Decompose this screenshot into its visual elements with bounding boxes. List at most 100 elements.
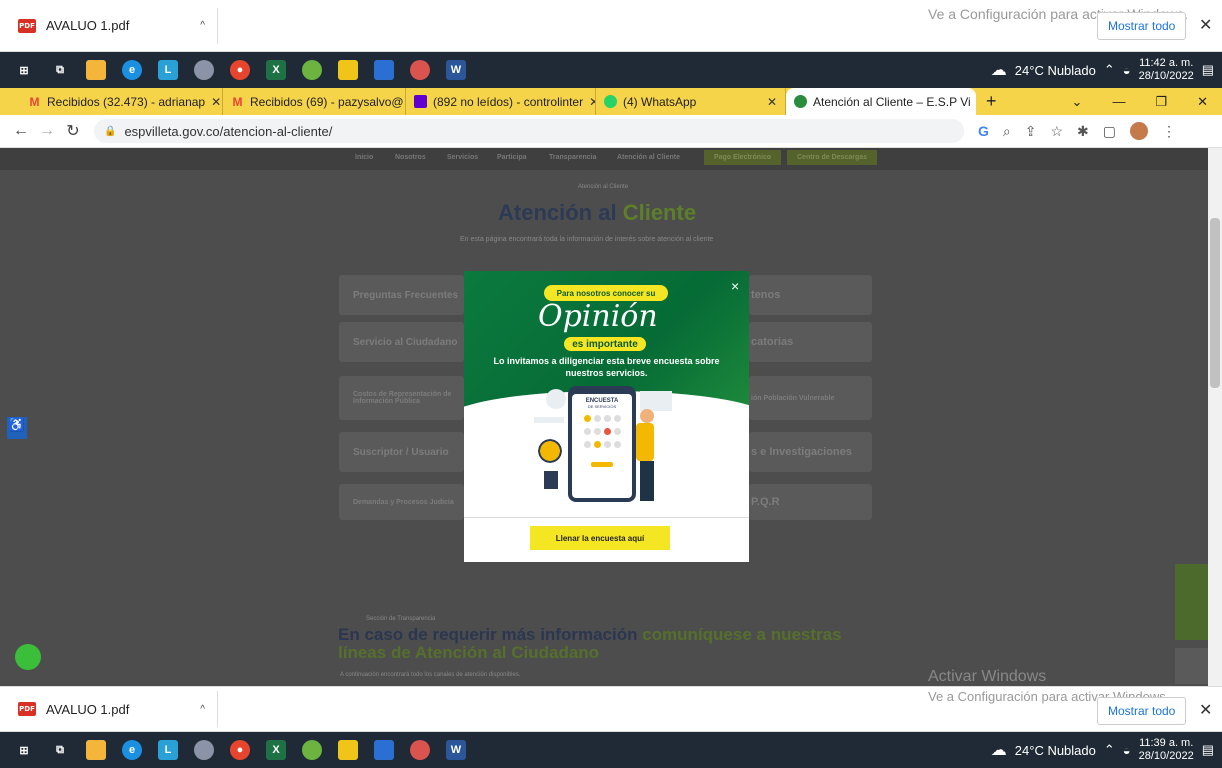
card-demandas[interactable]: Demandas y Procesos Judicia	[339, 484, 464, 520]
pago-electronico-button[interactable]: Pago Electrónico	[704, 150, 782, 165]
notification-icon[interactable]: ▤	[1202, 742, 1214, 758]
card-preguntas[interactable]: Preguntas Frecuentes	[339, 275, 464, 315]
chrome-icon[interactable]: ●	[230, 740, 250, 760]
chevron-up-icon[interactable]: ^	[200, 704, 205, 715]
network-icon[interactable]: ◒	[1123, 743, 1131, 758]
centro-descargas-button[interactable]: Centro de Descargas	[787, 150, 878, 165]
chrome-profile-icon[interactable]	[410, 740, 430, 760]
word-icon[interactable]: W	[446, 740, 466, 760]
restore-icon[interactable]: ❐	[1155, 94, 1167, 110]
window-close-icon[interactable]: ✕	[1197, 94, 1208, 110]
clock-time: 11:42 a. m.	[1139, 57, 1194, 69]
chrome-profile-icon[interactable]	[410, 60, 430, 80]
nav-participa[interactable]: Participa	[497, 154, 527, 161]
profile-avatar[interactable]	[1130, 122, 1148, 140]
whatsapp-icon	[604, 95, 617, 108]
fill-survey-button[interactable]: Llenar la encuesta aquí	[530, 526, 670, 550]
tab-gmail-1[interactable]: M Recibidos (32.473) - adrianap ✕	[20, 88, 223, 115]
zoom-icon[interactable]: ⌕	[1003, 123, 1011, 140]
chrome-icon[interactable]: ●	[230, 60, 250, 80]
tab-whatsapp[interactable]: (4) WhatsApp ✕	[596, 88, 786, 115]
scrollbar-thumb[interactable]	[1210, 218, 1220, 388]
edge-icon[interactable]: e	[122, 60, 142, 80]
sticky-notes-icon[interactable]	[338, 740, 358, 760]
excel-icon[interactable]: X	[266, 60, 286, 80]
close-download-bar-button[interactable]: ✕	[1199, 15, 1212, 35]
browser-tab-strip: M Recibidos (32.473) - adrianap ✕ M Reci…	[0, 88, 1222, 115]
page-subtitle: En esta página encontrará toda la inform…	[460, 236, 714, 243]
card-right-3[interactable]: ión Población Vulnerable	[749, 376, 872, 420]
pdf-icon: PDF	[18, 702, 36, 716]
card-right-5[interactable]: P.Q.R	[749, 484, 872, 520]
edge-icon[interactable]: e	[122, 740, 142, 760]
close-modal-button[interactable]: ×	[731, 278, 739, 294]
address-bar[interactable]: 🔒 espvilleta.gov.co/atencion-al-cliente/	[94, 119, 964, 143]
app-gray-icon[interactable]	[194, 740, 214, 760]
file-explorer-icon[interactable]	[86, 740, 106, 760]
card-costos[interactable]: Costos de Representación de Información …	[339, 376, 464, 420]
download-item[interactable]: PDF AVALUO 1.pdf ^	[0, 691, 218, 727]
excel-icon[interactable]: X	[266, 740, 286, 760]
bookmark-star-icon[interactable]: ☆	[1050, 123, 1063, 140]
menu-icon[interactable]: ⋮	[1162, 123, 1176, 140]
word-icon[interactable]: W	[446, 60, 466, 80]
clock[interactable]: 11:39 a. m. 28/10/2022	[1139, 737, 1194, 763]
new-tab-button[interactable]: +	[986, 91, 997, 112]
weather-text[interactable]: 24°C Nublado	[1015, 743, 1096, 758]
task-view-icon[interactable]: ⧉	[50, 740, 70, 760]
close-download-bar-button[interactable]: ✕	[1199, 700, 1212, 720]
task-view-icon[interactable]: ⧉	[50, 60, 70, 80]
windows-start-icon[interactable]: ⊞	[14, 740, 34, 760]
card-servicio[interactable]: Servicio al Ciudadano	[339, 322, 464, 362]
card-suscriptor[interactable]: Suscriptor / Usuario	[339, 432, 464, 472]
back-icon[interactable]: ←	[8, 122, 34, 140]
notification-icon[interactable]: ▤	[1202, 62, 1214, 78]
weather-text[interactable]: 24°C Nublado	[1015, 63, 1096, 78]
card-right-2[interactable]: catorias	[749, 322, 872, 362]
side-tab[interactable]	[1175, 564, 1208, 640]
tray-chevron-icon[interactable]: ⌃	[1104, 62, 1115, 78]
card-right-4[interactable]: s e Investigaciones	[749, 432, 872, 472]
close-tab-icon[interactable]: ✕	[211, 95, 221, 109]
tab-gmail-2[interactable]: M Recibidos (69) - pazysalvo@ ✕	[223, 88, 406, 115]
app-gray-icon[interactable]	[194, 60, 214, 80]
tab-atencion-cliente[interactable]: Atención al Cliente – E.S.P Vi ✕	[786, 88, 976, 115]
app-green-icon[interactable]	[302, 740, 322, 760]
windows-start-icon[interactable]: ⊞	[14, 60, 34, 80]
close-tab-icon[interactable]: ✕	[589, 95, 595, 109]
accessibility-icon[interactable]: ♿	[7, 417, 27, 439]
file-explorer-icon[interactable]	[86, 60, 106, 80]
nav-transparencia[interactable]: Transparencia	[549, 154, 596, 161]
download-item[interactable]: PDF AVALUO 1.pdf ^	[0, 7, 218, 44]
tab-yahoo-mail[interactable]: (892 no leídos) - controlinter ✕	[406, 88, 596, 115]
tray-chevron-icon[interactable]: ⌃	[1104, 742, 1115, 758]
nav-nosotros[interactable]: Nosotros	[395, 154, 426, 161]
tab-search-icon[interactable]: ⌄	[1072, 94, 1083, 110]
photos-icon[interactable]	[374, 60, 394, 80]
rating-face-icon	[613, 441, 621, 448]
share-icon[interactable]: ⇪	[1025, 123, 1037, 140]
sticky-notes-icon[interactable]	[338, 60, 358, 80]
nav-inicio[interactable]: Inicio	[355, 154, 373, 161]
section-kicker: Atención al Cliente	[578, 184, 629, 190]
app-green-icon[interactable]	[302, 60, 322, 80]
chat-icon[interactable]	[15, 644, 41, 670]
network-icon[interactable]: ◒	[1123, 63, 1131, 78]
show-all-button[interactable]: Mostrar todo	[1097, 12, 1187, 40]
chevron-up-icon[interactable]: ^	[200, 20, 205, 31]
reload-icon[interactable]: ↻	[60, 121, 86, 141]
app-l-icon[interactable]: L	[158, 60, 178, 80]
nav-atencion[interactable]: Atención al Cliente	[617, 154, 680, 161]
card-right-1[interactable]: tenos	[749, 275, 872, 315]
minimize-icon[interactable]: —	[1112, 94, 1125, 110]
photos-icon[interactable]	[374, 740, 394, 760]
clock[interactable]: 11:42 a. m. 28/10/2022	[1139, 57, 1194, 83]
nav-servicios[interactable]: Servicios	[447, 154, 478, 161]
forward-icon[interactable]: →	[34, 122, 60, 140]
close-tab-icon[interactable]: ✕	[767, 95, 777, 109]
side-panel-icon[interactable]: ▢	[1103, 123, 1116, 140]
extensions-icon[interactable]: ✱	[1077, 123, 1089, 140]
google-icon[interactable]: G	[978, 123, 989, 139]
app-l-icon[interactable]: L	[158, 740, 178, 760]
show-all-button[interactable]: Mostrar todo	[1097, 697, 1187, 725]
